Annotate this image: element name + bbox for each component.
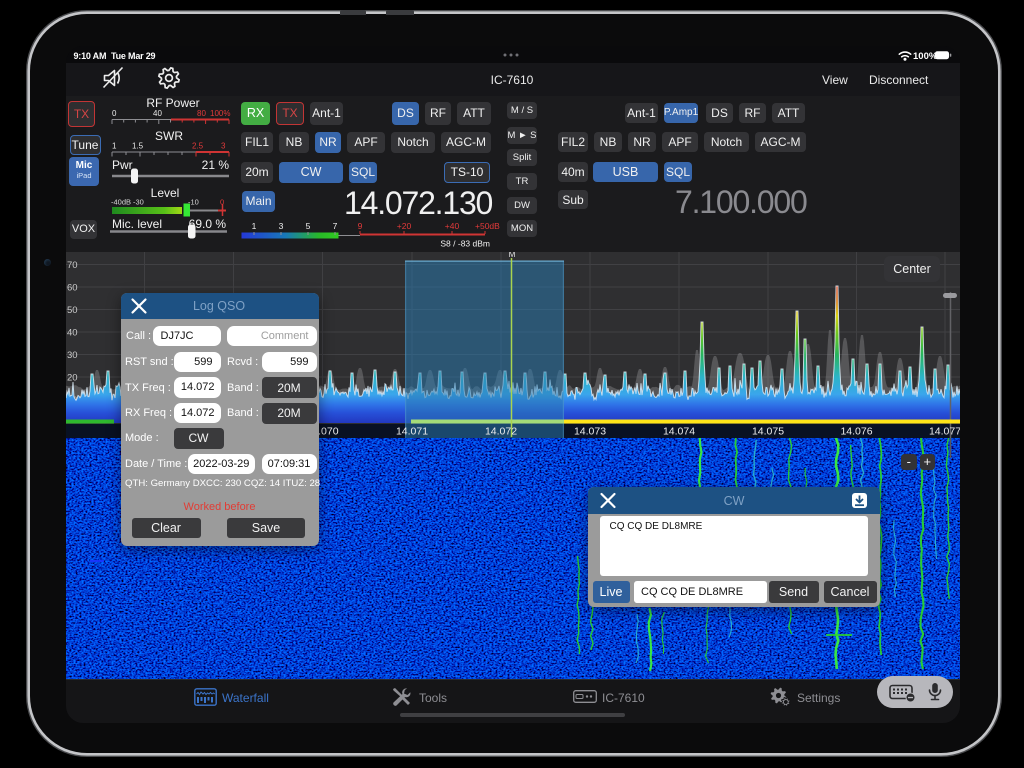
svg-text:14.077: 14.077 [929,426,960,438]
svg-text:0: 0 [112,109,117,118]
svg-text:1.5: 1.5 [132,142,144,151]
svg-text:100%: 100% [913,51,938,62]
svg-text:20: 20 [67,373,78,384]
svg-text:14.073: 14.073 [574,426,606,438]
svg-text:14.076: 14.076 [840,426,872,438]
svg-text:+40: +40 [445,221,460,231]
svg-text:Mic. level: Mic. level [112,217,162,231]
svg-text:-40dB: -40dB [111,198,131,207]
svg-text:14.075: 14.075 [752,426,784,438]
svg-text:100%: 100% [210,109,230,118]
svg-text:7: 7 [333,221,338,231]
svg-text:14.074: 14.074 [663,426,695,438]
svg-text:S8 / -83 dBm: S8 / -83 dBm [440,239,490,249]
svg-text:+20: +20 [397,221,412,231]
svg-text:-30: -30 [133,198,144,207]
svg-text:80: 80 [197,109,206,118]
svg-text:1: 1 [252,221,257,231]
svg-text:Log QSO: Log QSO [193,299,245,313]
svg-text:1: 1 [112,142,117,151]
svg-text:40: 40 [153,109,162,118]
svg-text:M: M [508,252,515,259]
svg-text:+50dB: +50dB [475,221,500,231]
svg-text:5: 5 [306,221,311,231]
svg-text:21 %: 21 % [202,158,230,172]
svg-text:40: 40 [67,328,78,339]
svg-text:60: 60 [67,283,78,294]
svg-text:14.071: 14.071 [396,426,428,438]
svg-text:9: 9 [358,221,363,231]
svg-text:Pwr: Pwr [112,158,133,172]
svg-text:70: 70 [67,260,78,271]
svg-text:SWR: SWR [155,129,183,143]
svg-text:14.072: 14.072 [485,426,517,438]
svg-text:50: 50 [67,305,78,316]
svg-text:3: 3 [221,142,226,151]
svg-text:CW: CW [724,494,745,508]
svg-text:Level: Level [151,186,180,200]
svg-text:2.5: 2.5 [192,142,204,151]
svg-text:RF Power: RF Power [146,96,199,110]
svg-text:30: 30 [67,350,78,361]
svg-text:3: 3 [279,221,284,231]
